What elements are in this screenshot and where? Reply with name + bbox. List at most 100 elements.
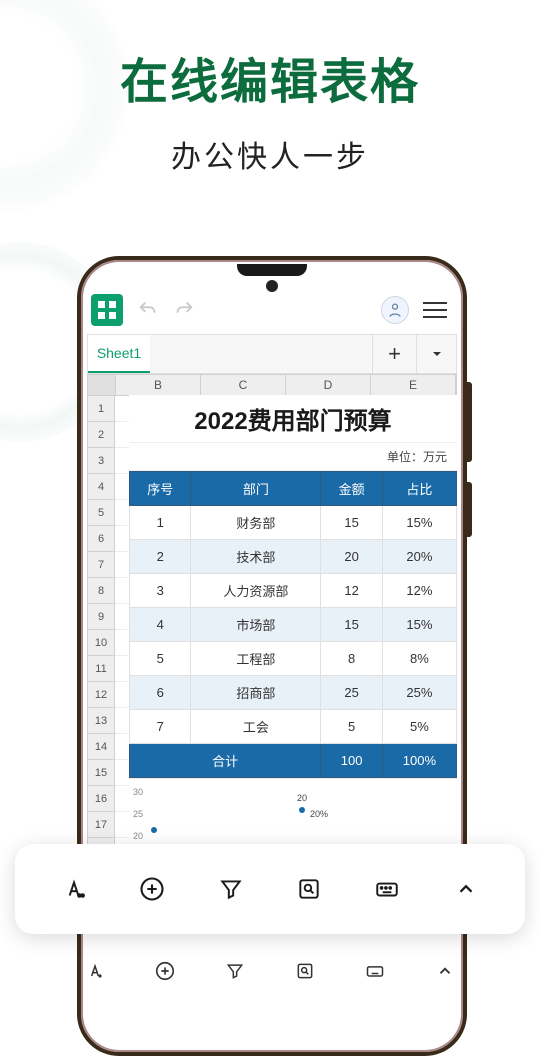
table-cell[interactable]: 财务部 <box>191 506 321 540</box>
app-grid-button[interactable] <box>91 294 123 326</box>
filter-icon[interactable] <box>217 875 245 903</box>
redo-icon[interactable] <box>173 299 195 321</box>
chevron-up-icon[interactable] <box>452 875 480 903</box>
table-cell[interactable]: 20 <box>321 540 382 574</box>
table-cell[interactable]: 7 <box>130 710 191 744</box>
keyboard-icon[interactable] <box>364 960 386 982</box>
table-cell[interactable]: 12 <box>321 574 382 608</box>
table-row: 5工程部88% <box>130 642 457 676</box>
table-cell[interactable]: 25% <box>382 676 456 710</box>
menu-icon[interactable] <box>423 297 447 323</box>
table-cell[interactable]: 12% <box>382 574 456 608</box>
bottom-toolbar <box>60 950 480 992</box>
avatar-icon[interactable] <box>381 296 409 324</box>
row-header[interactable]: 17 <box>87 812 115 838</box>
table-cell[interactable]: 5% <box>382 710 456 744</box>
table-cell[interactable]: 4 <box>130 608 191 642</box>
table-cell[interactable]: 15% <box>382 506 456 540</box>
row-header[interactable]: 8 <box>87 578 115 604</box>
filter-icon[interactable] <box>224 960 246 982</box>
table-cell[interactable]: 100 <box>321 744 382 778</box>
table-cell[interactable]: 工程部 <box>191 642 321 676</box>
table-cell[interactable]: 8 <box>321 642 382 676</box>
row-header[interactable]: 14 <box>87 734 115 760</box>
table-cell[interactable]: 人力资源部 <box>191 574 321 608</box>
undo-icon[interactable] <box>137 299 159 321</box>
sheet-tabs-empty <box>150 335 372 373</box>
col-header[interactable]: E <box>371 375 456 395</box>
table-cell[interactable]: 工会 <box>191 710 321 744</box>
row-header[interactable]: 13 <box>87 708 115 734</box>
col-header[interactable]: D <box>286 375 371 395</box>
column-headers: BCDE <box>87 374 457 396</box>
table-header: 序号 <box>130 472 191 506</box>
chevron-up-icon[interactable] <box>434 960 456 982</box>
table-cell[interactable]: 8% <box>382 642 456 676</box>
font-icon[interactable] <box>84 960 106 982</box>
table-cell[interactable]: 6 <box>130 676 191 710</box>
chart-point <box>299 807 305 813</box>
table-cell[interactable]: 15 <box>321 608 382 642</box>
table-row: 3人力资源部1212% <box>130 574 457 608</box>
table-header: 占比 <box>382 472 456 506</box>
keyboard-icon[interactable] <box>373 875 401 903</box>
table-cell[interactable]: 25 <box>321 676 382 710</box>
row-header[interactable]: 16 <box>87 786 115 812</box>
table-total-row: 合计100100% <box>130 744 457 778</box>
app-topbar <box>91 290 453 330</box>
col-header[interactable]: C <box>201 375 286 395</box>
table-cell[interactable]: 合计 <box>130 744 321 778</box>
table-title: 2022费用部门预算 <box>129 395 457 443</box>
table-cell[interactable]: 招商部 <box>191 676 321 710</box>
add-icon[interactable] <box>138 875 166 903</box>
phone-side-button <box>466 382 472 462</box>
col-header[interactable]: B <box>116 375 201 395</box>
row-header[interactable]: 11 <box>87 656 115 682</box>
table-cell[interactable]: 2 <box>130 540 191 574</box>
table-cell[interactable]: 1 <box>130 506 191 540</box>
table-cell[interactable]: 市场部 <box>191 608 321 642</box>
row-header[interactable]: 1 <box>87 396 115 422</box>
row-header[interactable]: 10 <box>87 630 115 656</box>
row-header[interactable]: 3 <box>87 448 115 474</box>
table-cell[interactable]: 5 <box>130 642 191 676</box>
row-header[interactable]: 5 <box>87 500 115 526</box>
sheet-tab-1[interactable]: Sheet1 <box>88 335 150 373</box>
row-header[interactable]: 4 <box>87 474 115 500</box>
search-icon[interactable] <box>295 875 323 903</box>
budget-table: 序号部门金额占比 1财务部1515%2技术部2020%3人力资源部1212%4市… <box>129 471 457 778</box>
grid-corner[interactable] <box>88 375 116 395</box>
table-row: 1财务部1515% <box>130 506 457 540</box>
table-cell[interactable]: 5 <box>321 710 382 744</box>
row-header[interactable]: 2 <box>87 422 115 448</box>
table-header: 金额 <box>321 472 382 506</box>
chart-point <box>151 827 157 833</box>
sheet-dropdown-icon[interactable] <box>416 335 456 373</box>
row-header[interactable]: 9 <box>87 604 115 630</box>
table-row: 2技术部2020% <box>130 540 457 574</box>
row-header[interactable]: 7 <box>87 552 115 578</box>
row-header[interactable]: 15 <box>87 760 115 786</box>
table-row: 4市场部1515% <box>130 608 457 642</box>
chart-ytick: 25 <box>133 809 143 819</box>
chart-ytick: 30 <box>133 787 143 797</box>
table-cell[interactable]: 15% <box>382 608 456 642</box>
table-cell[interactable]: 3 <box>130 574 191 608</box>
table-row: 6招商部2525% <box>130 676 457 710</box>
table-cell[interactable]: 20% <box>382 540 456 574</box>
table-cell[interactable]: 技术部 <box>191 540 321 574</box>
table-cell[interactable]: 100% <box>382 744 456 778</box>
font-icon[interactable] <box>60 875 88 903</box>
row-header[interactable]: 12 <box>87 682 115 708</box>
promo-title: 在线编辑表格 <box>0 42 540 112</box>
chart-ytick: 20 <box>133 831 143 841</box>
search-icon[interactable] <box>294 960 316 982</box>
table-row: 7工会55% <box>130 710 457 744</box>
add-icon[interactable] <box>154 960 176 982</box>
add-sheet-button[interactable]: + <box>372 335 416 373</box>
chart-point-label: 20% <box>310 809 328 819</box>
phone-side-button <box>466 482 472 537</box>
row-header[interactable]: 6 <box>87 526 115 552</box>
table-cell[interactable]: 15 <box>321 506 382 540</box>
promo-subtitle: 办公快人一步 <box>0 132 540 176</box>
